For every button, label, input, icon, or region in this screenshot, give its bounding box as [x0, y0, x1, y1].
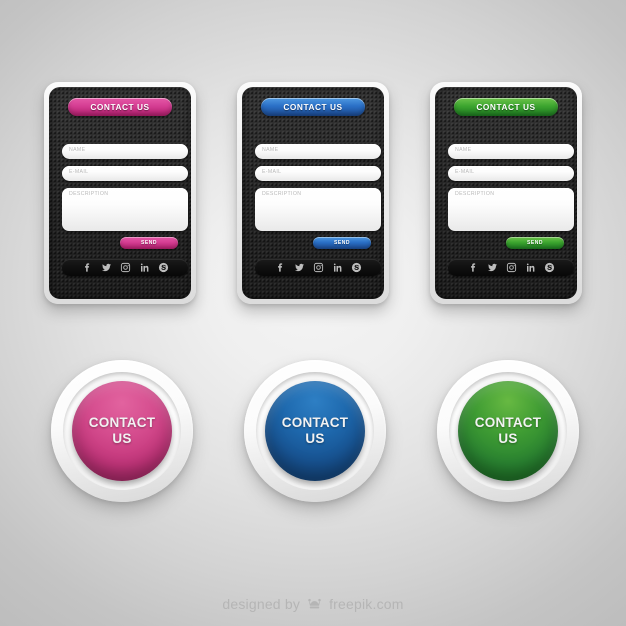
- description-placeholder: DESCRIPTION: [262, 191, 302, 197]
- card-inner-panel: CONTACT US NAME E-MAIL DESCRIPTION SEND: [242, 87, 384, 299]
- instagram-icon[interactable]: [313, 262, 324, 273]
- facebook-icon[interactable]: [82, 262, 93, 273]
- linkedin-icon[interactable]: [332, 262, 343, 273]
- button-bezel-ring: CONTACT US: [449, 372, 567, 490]
- email-input[interactable]: E-MAIL: [255, 166, 381, 181]
- button-label-line1: CONTACT: [474, 415, 542, 430]
- facebook-icon[interactable]: [468, 262, 479, 273]
- instagram-icon[interactable]: [506, 262, 517, 273]
- button-bezel-ring: CONTACT US: [256, 372, 374, 490]
- card-header-button[interactable]: CONTACT US: [261, 98, 365, 116]
- contact-card-blue[interactable]: CONTACT US NAME E-MAIL DESCRIPTION SEND: [237, 82, 389, 304]
- send-button[interactable]: SEND: [313, 237, 371, 249]
- card-inner-panel: CONTACT US NAME E-MAIL DESCRIPTION SEND: [435, 87, 577, 299]
- facebook-icon[interactable]: [275, 262, 286, 273]
- email-input-placeholder: E-MAIL: [262, 169, 282, 175]
- poster-canvas: CONTACT US NAME E-MAIL DESCRIPTION SEND: [0, 0, 626, 626]
- send-button[interactable]: SEND: [506, 237, 564, 249]
- attribution-brand: freepik.com: [329, 596, 404, 612]
- button-disc: CONTACT US: [72, 381, 172, 481]
- skype-icon[interactable]: [351, 262, 362, 273]
- round-buttons-row: CONTACT US CONTACT US CONTACT US: [0, 360, 626, 510]
- instagram-icon[interactable]: [120, 262, 131, 273]
- skype-icon[interactable]: [544, 262, 555, 273]
- attribution-prefix: designed by: [222, 596, 301, 612]
- description-placeholder: DESCRIPTION: [69, 191, 109, 197]
- button-label-line2: US: [112, 431, 132, 446]
- contact-round-button-pink[interactable]: CONTACT US: [51, 360, 193, 502]
- card-header-label: CONTACT US: [476, 102, 536, 112]
- email-input[interactable]: E-MAIL: [448, 166, 574, 181]
- twitter-icon[interactable]: [101, 262, 112, 273]
- description-textarea[interactable]: DESCRIPTION: [255, 188, 381, 231]
- send-button-label: SEND: [527, 240, 543, 246]
- social-links-bar: [448, 259, 574, 276]
- button-label-line2: US: [498, 431, 518, 446]
- card-header-label: CONTACT US: [90, 102, 150, 112]
- send-button[interactable]: SEND: [120, 237, 178, 249]
- freepik-crown-icon: [306, 597, 323, 611]
- description-textarea[interactable]: DESCRIPTION: [448, 188, 574, 231]
- freepik-attribution: designed by freepik.com: [0, 596, 626, 612]
- contact-cards-row: CONTACT US NAME E-MAIL DESCRIPTION SEND: [0, 82, 626, 310]
- name-input-placeholder: NAME: [262, 147, 279, 153]
- skype-icon[interactable]: [158, 262, 169, 273]
- email-input-placeholder: E-MAIL: [69, 169, 89, 175]
- card-header-label: CONTACT US: [283, 102, 343, 112]
- contact-round-button-blue[interactable]: CONTACT US: [244, 360, 386, 502]
- email-input-placeholder: E-MAIL: [455, 169, 475, 175]
- send-button-label: SEND: [334, 240, 350, 246]
- card-header-button[interactable]: CONTACT US: [454, 98, 558, 116]
- button-bezel-ring: CONTACT US: [63, 372, 181, 490]
- social-links-bar: [62, 259, 188, 276]
- contact-card-pink[interactable]: CONTACT US NAME E-MAIL DESCRIPTION SEND: [44, 82, 196, 304]
- name-input[interactable]: NAME: [255, 144, 381, 159]
- send-button-label: SEND: [141, 240, 157, 246]
- twitter-icon[interactable]: [294, 262, 305, 273]
- button-disc: CONTACT US: [458, 381, 558, 481]
- twitter-icon[interactable]: [487, 262, 498, 273]
- card-inner-panel: CONTACT US NAME E-MAIL DESCRIPTION SEND: [49, 87, 191, 299]
- button-label-line1: CONTACT: [281, 415, 349, 430]
- social-links-bar: [255, 259, 381, 276]
- description-placeholder: DESCRIPTION: [455, 191, 495, 197]
- contact-round-button-green[interactable]: CONTACT US: [437, 360, 579, 502]
- button-label-line1: CONTACT: [88, 415, 156, 430]
- button-label-line2: US: [305, 431, 325, 446]
- email-input[interactable]: E-MAIL: [62, 166, 188, 181]
- button-disc: CONTACT US: [265, 381, 365, 481]
- contact-card-green[interactable]: CONTACT US NAME E-MAIL DESCRIPTION SEND: [430, 82, 582, 304]
- name-input-placeholder: NAME: [455, 147, 472, 153]
- linkedin-icon[interactable]: [525, 262, 536, 273]
- description-textarea[interactable]: DESCRIPTION: [62, 188, 188, 231]
- linkedin-icon[interactable]: [139, 262, 150, 273]
- name-input[interactable]: NAME: [448, 144, 574, 159]
- card-header-button[interactable]: CONTACT US: [68, 98, 172, 116]
- name-input[interactable]: NAME: [62, 144, 188, 159]
- name-input-placeholder: NAME: [69, 147, 86, 153]
